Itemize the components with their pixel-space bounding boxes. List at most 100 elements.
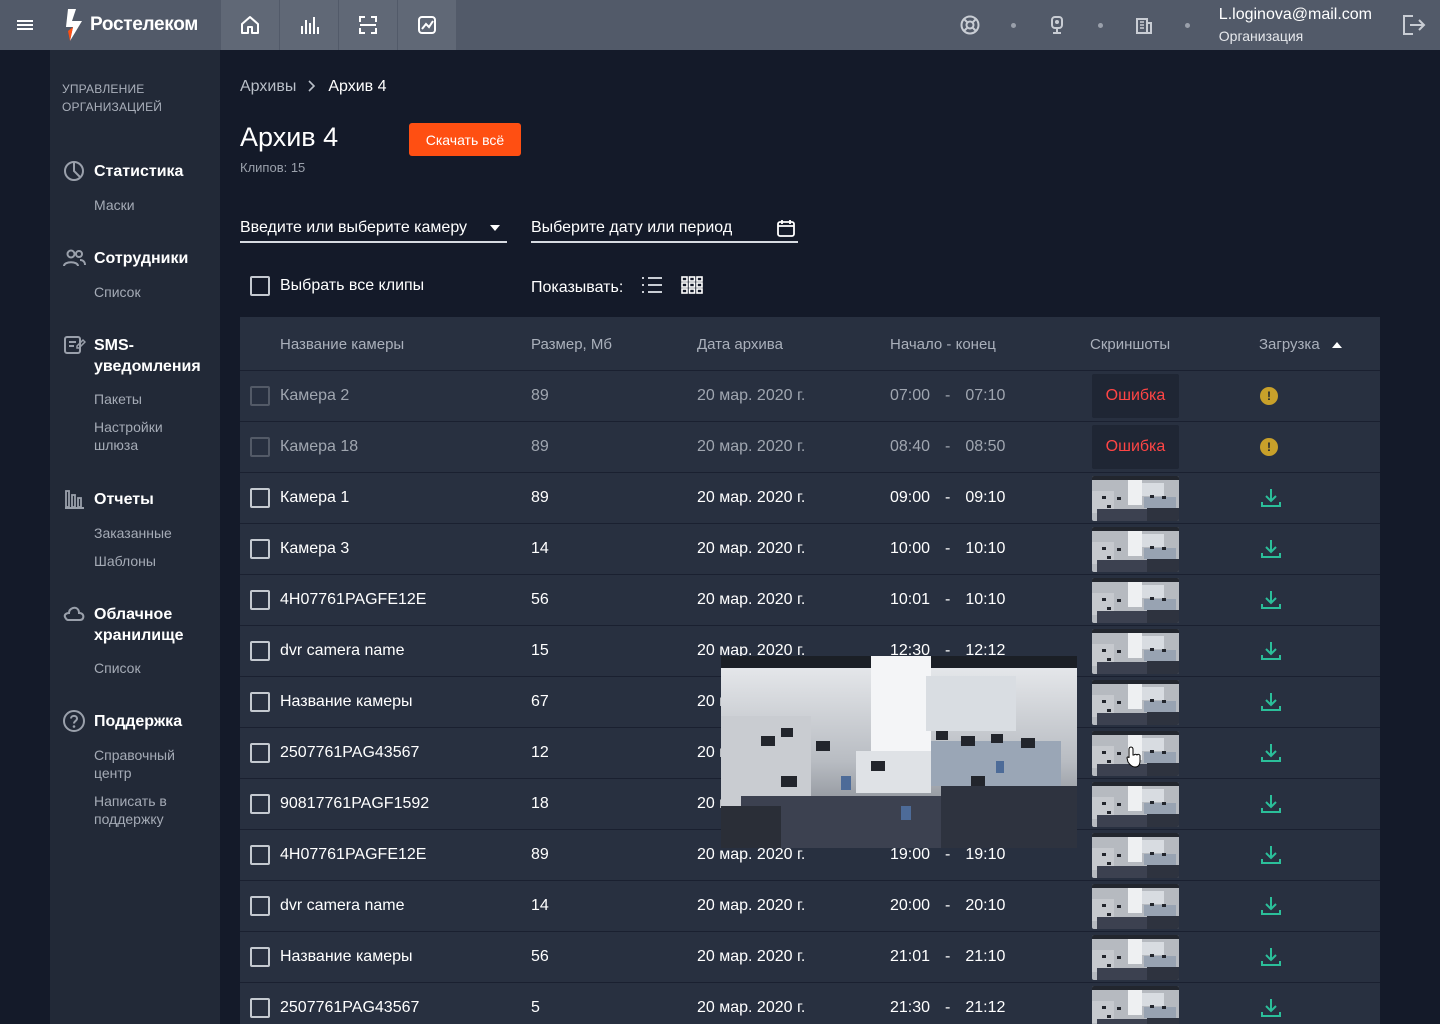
sidebar-item-support[interactable]: Поддержка — [62, 710, 208, 733]
support-icon[interactable] — [948, 0, 992, 50]
logout-icon[interactable] — [1388, 0, 1440, 50]
bar-chart-icon[interactable] — [279, 0, 338, 50]
camera-select[interactable]: Введите или выберите камеру — [240, 215, 507, 243]
list-view-icon[interactable] — [641, 276, 663, 299]
download-icon[interactable] — [1260, 946, 1282, 968]
sidebar-subitem-write-support[interactable]: Написать в поддержку — [94, 792, 184, 828]
user-info[interactable]: L.loginova@mail.com Организация — [1219, 6, 1372, 43]
sidebar-subitem-masks[interactable]: Маски — [94, 196, 208, 214]
sort-asc-icon[interactable] — [1331, 341, 1342, 348]
select-all-checkbox[interactable] — [250, 276, 270, 296]
sidebar-subitem-templates[interactable]: Шаблоны — [94, 552, 208, 570]
download-icon[interactable] — [1260, 538, 1282, 560]
sidebar-item-sms[interactable]: SMS-уведомления — [62, 335, 208, 377]
column-download[interactable]: Загрузка — [1259, 317, 1342, 371]
clip-size: 5 — [531, 999, 540, 1016]
row-checkbox[interactable] — [250, 386, 270, 406]
table-row[interactable]: 2507761PAG43567 5 20 мар. 2020 г. 21:30-21:… — [240, 983, 1380, 1024]
menu-icon[interactable] — [0, 0, 50, 50]
table-row[interactable]: Камера 18 89 20 мар. 2020 г. 08:40-08:50 Оши… — [240, 422, 1380, 473]
sidebar-subitem-cloud-list[interactable]: Список — [94, 659, 208, 677]
building-icon[interactable] — [1122, 0, 1166, 50]
select-all[interactable]: Выбрать все клипы — [250, 276, 424, 296]
scan-icon[interactable] — [338, 0, 397, 50]
screenshot-thumbnail[interactable] — [1092, 781, 1179, 827]
clip-size: 12 — [531, 744, 549, 761]
grid-view-icon[interactable] — [681, 276, 704, 299]
screenshot-thumbnail[interactable] — [1092, 577, 1179, 623]
sidebar-item-cloud[interactable]: Облачное хранилище — [62, 604, 208, 646]
row-checkbox[interactable] — [250, 743, 270, 763]
sidebar-section-statistics: Статистика Маски — [62, 161, 208, 214]
download-icon[interactable] — [1260, 742, 1282, 764]
column-time[interactable]: Начало - конец — [890, 317, 996, 371]
camera-icon[interactable] — [1035, 0, 1079, 50]
trend-chart-icon[interactable] — [397, 0, 456, 50]
time-range: 09:00-09:10 — [890, 473, 1005, 523]
row-checkbox[interactable] — [250, 896, 270, 916]
column-size[interactable]: Размер, Мб — [531, 317, 612, 371]
download-cell — [1260, 779, 1282, 829]
table-row[interactable]: dvr camera name 14 20 мар. 2020 г. 20:00-20… — [240, 881, 1380, 932]
column-name[interactable]: Название камеры — [280, 317, 404, 371]
calendar-icon[interactable] — [776, 218, 796, 238]
row-checkbox[interactable] — [250, 641, 270, 661]
sms-icon — [62, 333, 87, 357]
screenshot-thumbnail[interactable] — [1092, 679, 1179, 725]
column-shots[interactable]: Скриншоты — [1090, 317, 1170, 371]
table-row[interactable]: Камера 1 89 20 мар. 2020 г. 09:00-09:10 — [240, 473, 1380, 524]
download-icon[interactable] — [1260, 895, 1282, 917]
download-icon[interactable] — [1260, 793, 1282, 815]
table-row[interactable]: Камера 3 14 20 мар. 2020 г. 10:00-10:10 — [240, 524, 1380, 575]
row-checkbox[interactable] — [250, 692, 270, 712]
download-icon[interactable] — [1260, 997, 1282, 1019]
row-checkbox[interactable] — [250, 590, 270, 610]
download-icon[interactable] — [1260, 844, 1282, 866]
screenshot-thumbnail[interactable] — [1092, 475, 1179, 521]
sidebar-subitem-employee-list[interactable]: Список — [94, 283, 208, 301]
screenshot-thumbnail[interactable] — [1092, 526, 1179, 572]
time-separator: - — [945, 897, 951, 914]
camera-name: dvr camera name — [280, 642, 405, 659]
screenshot-thumbnail[interactable] — [1092, 628, 1179, 674]
download-icon[interactable] — [1260, 589, 1282, 611]
row-checkbox[interactable] — [250, 794, 270, 814]
sidebar-item-reports[interactable]: Отчеты — [62, 489, 208, 511]
sidebar-subitem-packages[interactable]: Пакеты — [94, 390, 208, 408]
brand-logo[interactable]: Ростелеком — [50, 0, 220, 50]
download-cell — [1260, 932, 1282, 982]
row-checkbox[interactable] — [250, 539, 270, 559]
download-cell — [1260, 677, 1282, 727]
sidebar-subitem-gateway-settings[interactable]: Настройки шлюза — [94, 418, 174, 454]
table-row[interactable]: Название камеры 56 20 мар. 2020 г. 21:01-21… — [240, 932, 1380, 983]
sidebar-item-statistics[interactable]: Статистика — [62, 161, 208, 183]
home-icon[interactable] — [220, 0, 279, 50]
row-checkbox[interactable] — [250, 488, 270, 508]
download-icon[interactable] — [1260, 487, 1282, 509]
screenshot-thumbnail[interactable] — [1092, 985, 1179, 1024]
archive-date: 20 мар. 2020 г. — [697, 897, 806, 914]
table-row[interactable]: Камера 2 89 20 мар. 2020 г. 07:00-07:10 Ошиб… — [240, 371, 1380, 422]
download-icon[interactable] — [1260, 640, 1282, 662]
screenshot-thumbnail[interactable] — [1092, 934, 1179, 980]
download-all-button[interactable]: Скачать всё — [409, 123, 521, 156]
download-icon[interactable] — [1260, 691, 1282, 713]
table-row[interactable]: 4H07761PAGFE12E 56 20 мар. 2020 г. 10:01-10… — [240, 575, 1380, 626]
separator-dot — [1097, 22, 1103, 28]
row-checkbox[interactable] — [250, 845, 270, 865]
row-checkbox[interactable] — [250, 947, 270, 967]
screenshot-thumbnail[interactable] — [1092, 832, 1179, 878]
row-checkbox-cell — [250, 830, 270, 880]
date-picker[interactable]: Выберите дату или период — [531, 215, 798, 243]
end-time: 21:10 — [965, 948, 1006, 965]
sidebar-subitem-ordered[interactable]: Заказанные — [94, 524, 208, 542]
time-range: 20:00-20:10 — [890, 881, 1005, 931]
row-checkbox[interactable] — [250, 437, 270, 457]
sidebar-item-employees[interactable]: Сотрудники — [62, 248, 208, 270]
row-checkbox[interactable] — [250, 998, 270, 1018]
time-separator: - — [945, 438, 951, 455]
sidebar-subitem-help-center[interactable]: Справочный центр — [94, 746, 184, 782]
breadcrumb-archives[interactable]: Архивы — [240, 78, 296, 96]
screenshot-thumbnail[interactable] — [1092, 883, 1179, 929]
column-date[interactable]: Дата архива — [697, 317, 783, 371]
